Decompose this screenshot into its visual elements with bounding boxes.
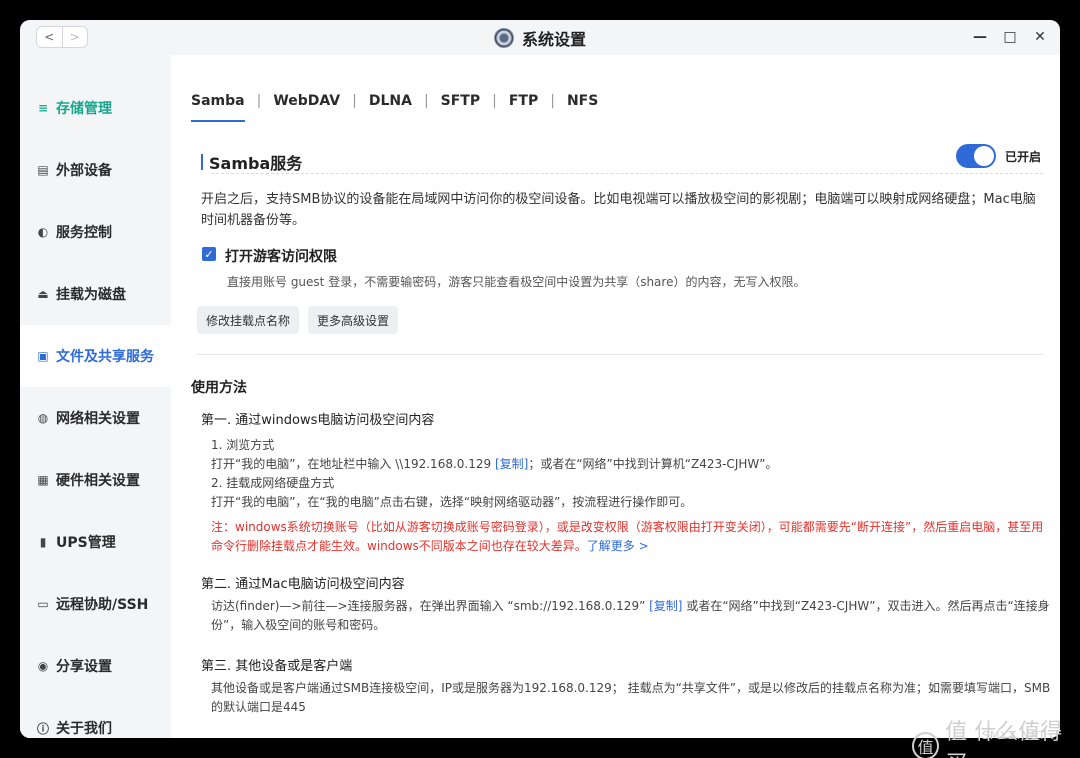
step2-title: 第二. 通过Mac电脑访问极空间内容 [201, 577, 405, 592]
sidebar-item-remote-ssh[interactable]: ▭ 远程协助/SSH [20, 573, 171, 635]
step1-title: 第一. 通过windows电脑访问极空间内容 [201, 413, 435, 428]
step3-text: 其他设备或是客户端通过SMB连接极空间，IP或是服务器为192.168.0.12… [211, 681, 1051, 714]
step1-map-text: 打开“我的电脑”，在“我的电脑”点击右键，选择“映射网络驱动器”，按流程进行操作… [211, 495, 693, 509]
share-icon: ◉ [37, 659, 49, 673]
watermark-subtext: SMYZ.NET [982, 729, 1047, 742]
section-title: Samba服务 [209, 154, 303, 173]
sidebar-item-share-settings[interactable]: ◉ 分享设置 [20, 635, 171, 697]
sidebar-item-hardware[interactable]: ▦ 硬件相关设置 [20, 449, 171, 511]
sidebar-item-label: 挂载为磁盘 [56, 287, 126, 303]
step3-title: 第三. 其他设备或是客户端 [201, 659, 353, 674]
step1-browse-post: ；或者在“网络”中找到计算机“Z423-CJHW”。 [528, 457, 778, 471]
window-controls: — □ ✕ [972, 26, 1048, 48]
globe-icon: ◍ [37, 411, 49, 425]
sidebar-item-label: 外部设备 [56, 163, 112, 179]
window-title: 系统设置 [521, 29, 586, 49]
disk-icon: ⏏ [37, 287, 49, 301]
settings-app-icon [493, 27, 514, 48]
sidebar-item-label: 关于我们 [56, 721, 112, 737]
sidebar-item-file-share[interactable]: ▣ 文件及共享服务 [20, 325, 171, 387]
minimize-button[interactable]: — [972, 26, 988, 48]
watermark-logo-icon: 值 [912, 732, 940, 758]
advanced-settings-button[interactable]: 更多高级设置 [308, 306, 399, 334]
sidebar-item-ups[interactable]: ▮ UPS管理 [20, 511, 171, 573]
sidebar-item-storage[interactable]: ≡ 存储管理 [20, 77, 171, 139]
protocol-tabs: Samba | WebDAV | DLNA | SFTP | FTP | NFS [191, 93, 610, 122]
usage-title: 使用方法 [191, 380, 247, 396]
toggle-status-label: 已开启 [1005, 150, 1042, 164]
settings-window: < > 系统设置 — □ ✕ ≡ 存储管理 ▤ 外部设备 ◐ 服务控制 ⏏ 挂载… [20, 20, 1060, 738]
learn-more-link[interactable]: 了解更多 > [587, 539, 649, 553]
tab-nfs[interactable]: NFS [555, 93, 610, 109]
section-dotted-divider [211, 173, 1043, 174]
close-button[interactable]: ✕ [1032, 26, 1048, 48]
info-icon: ⓘ [36, 721, 49, 736]
section-divider [197, 354, 1043, 355]
step2-pre: 访达(finder)—>前往—>连接服务器，在弹出界面输入 “smb://192… [211, 599, 650, 613]
remote-icon: ▭ [37, 597, 49, 611]
sidebar: ≡ 存储管理 ▤ 外部设备 ◐ 服务控制 ⏏ 挂载为磁盘 ▣ 文件及共享服务 ◍… [20, 55, 171, 738]
tab-ftp[interactable]: FTP [497, 93, 550, 109]
sidebar-item-label: 远程协助/SSH [56, 597, 149, 613]
guest-access-description: 直接用账号 guest 登录，不需要输密码，游客只能查看极空间中设置为共享（sh… [227, 275, 806, 289]
main-panel: Samba | WebDAV | DLNA | SFTP | FTP | NFS… [171, 55, 1060, 738]
file-share-icon: ▣ [37, 349, 49, 363]
sidebar-item-label: 网络相关设置 [56, 411, 140, 427]
tab-samba[interactable]: Samba [191, 93, 257, 122]
rename-mount-button[interactable]: 修改挂载点名称 [197, 306, 300, 334]
sidebar-item-label: 服务控制 [56, 225, 112, 241]
database-icon: ≡ [37, 101, 49, 115]
samba-description: 开启之后，支持SMB协议的设备能在局域网中访问你的极空间设备。比如电视端可以播放… [201, 192, 1036, 228]
guest-access-label: 打开游客访问权限 [225, 249, 337, 265]
sidebar-item-mount-disk[interactable]: ⏏ 挂载为磁盘 [20, 263, 171, 325]
title-group: 系统设置 [20, 20, 1060, 55]
toggle-icon: ◐ [37, 225, 49, 239]
samba-section-header: Samba服务 [201, 150, 302, 174]
ups-icon: ▮ [39, 535, 47, 549]
sidebar-item-about[interactable]: ⓘ 关于我们 [20, 697, 171, 738]
external-device-icon: ▤ [37, 163, 49, 177]
copy-smb-link[interactable]: [复制] [649, 599, 682, 613]
step1-browse-text: 打开“我的电脑”，在地址栏中输入 \\192.168.0.129 [复制]；或者… [211, 455, 777, 472]
step1-map-heading: 2. 挂载成网络硬盘方式 [211, 476, 335, 490]
tab-sftp[interactable]: SFTP [429, 93, 492, 109]
sidebar-item-label: UPS管理 [56, 535, 116, 551]
sidebar-item-label: 存储管理 [56, 101, 112, 117]
guest-access-checkbox[interactable]: ✓ [202, 247, 216, 261]
step2-text: 访达(finder)—>前往—>连接服务器，在弹出界面输入 “smb://192… [211, 597, 1051, 635]
sidebar-item-network[interactable]: ◍ 网络相关设置 [20, 387, 171, 449]
step1-browse-heading: 1. 浏览方式 [211, 438, 275, 452]
title-bar: < > 系统设置 — □ ✕ [20, 20, 1060, 55]
step1-browse-pre: 打开“我的电脑”，在地址栏中输入 \\192.168.0.129 [211, 457, 495, 471]
samba-toggle[interactable] [956, 144, 996, 168]
sidebar-item-external-devices[interactable]: ▤ 外部设备 [20, 139, 171, 201]
maximize-button[interactable]: □ [1002, 26, 1018, 48]
sidebar-item-label: 硬件相关设置 [56, 473, 140, 489]
sidebar-item-label: 分享设置 [56, 659, 112, 675]
grid-icon: ▦ [37, 473, 49, 487]
sidebar-item-label: 文件及共享服务 [56, 349, 154, 365]
tab-dlna[interactable]: DLNA [357, 93, 424, 109]
section-accent-bar [201, 154, 203, 170]
step1-note: 注：windows系统切换账号（比如从游客切换成账号密码登录），或是改变权限（游… [211, 518, 1051, 556]
tab-webdav[interactable]: WebDAV [261, 93, 352, 109]
copy-address-link[interactable]: [复制] [495, 457, 528, 471]
sidebar-item-service-control[interactable]: ◐ 服务控制 [20, 201, 171, 263]
